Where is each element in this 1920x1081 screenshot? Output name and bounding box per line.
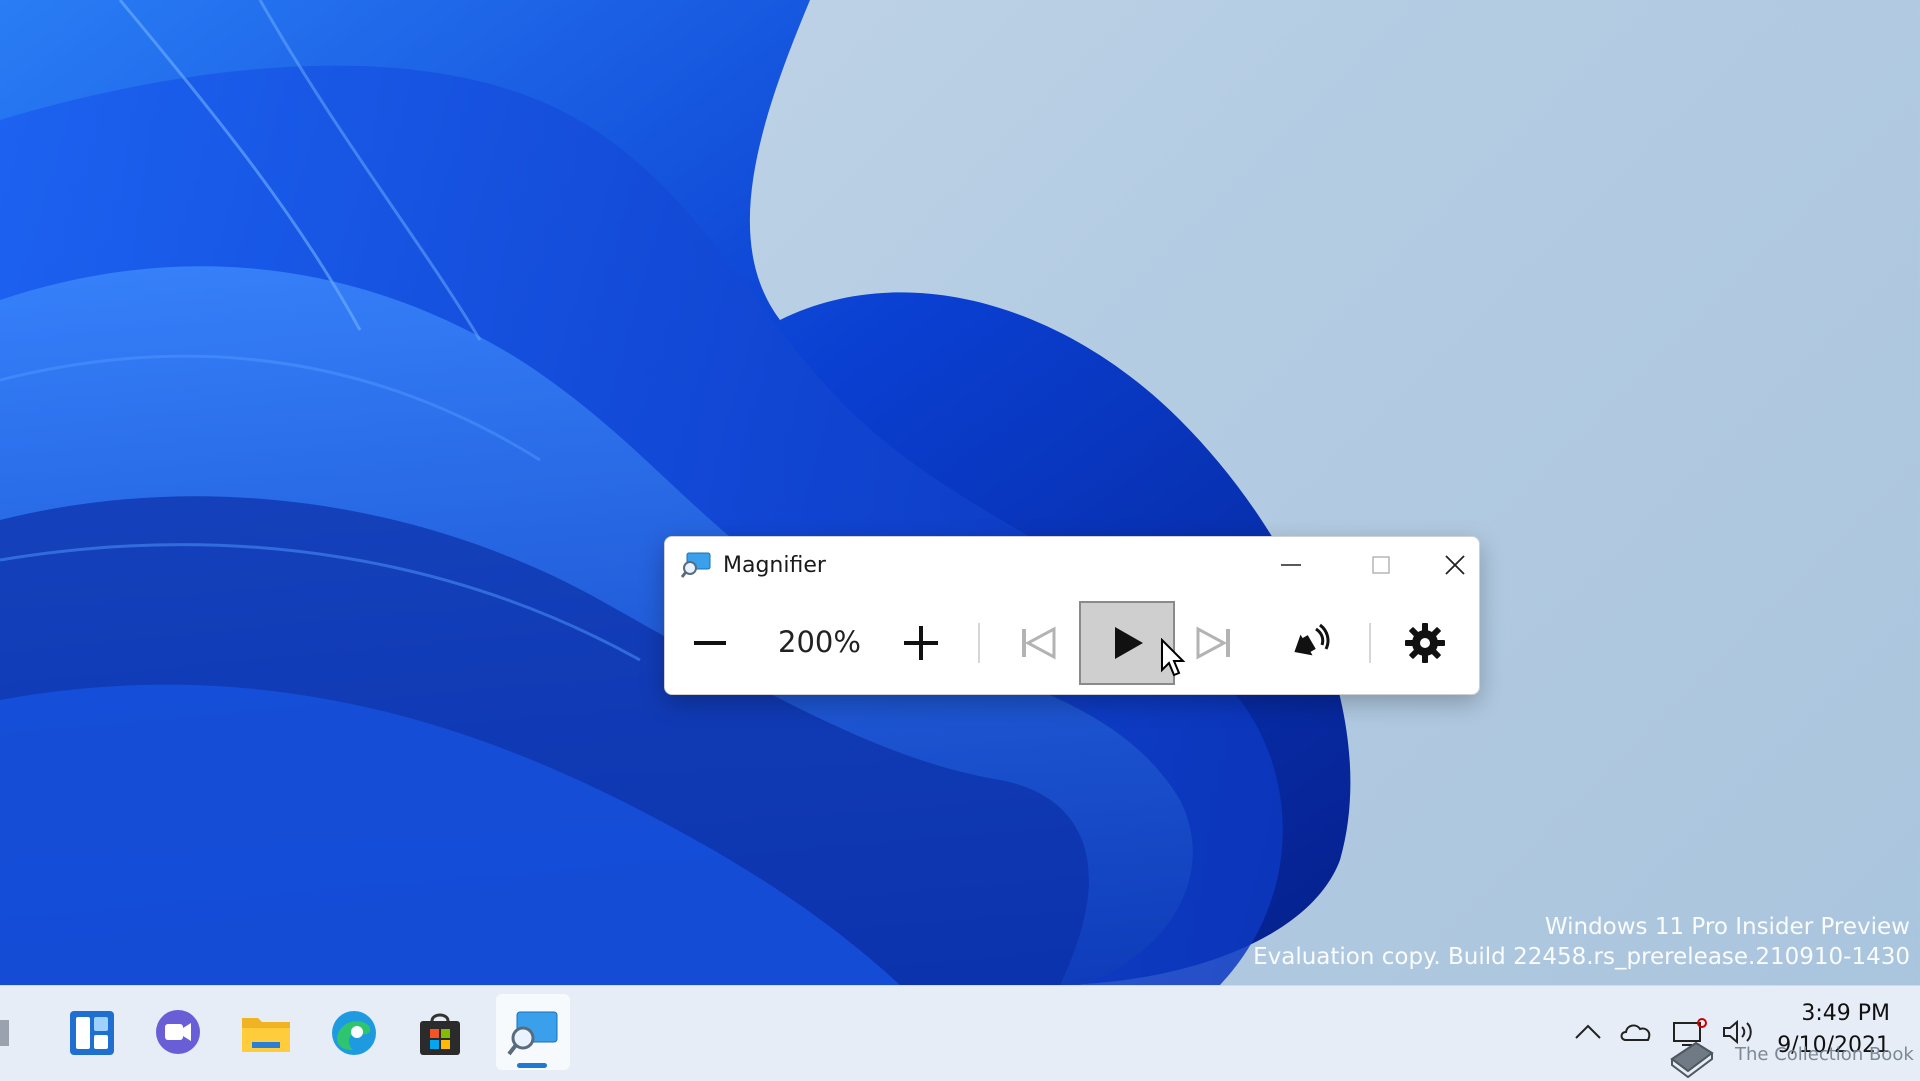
taskbar-widgets[interactable] — [56, 997, 128, 1069]
minimize-icon — [1281, 564, 1301, 566]
play-icon — [1115, 627, 1143, 659]
edge-icon — [332, 1011, 376, 1055]
gear-icon — [1405, 623, 1445, 663]
title-bar[interactable]: Magnifier — [665, 537, 1479, 593]
clock-time: 3:49 PM — [1801, 1001, 1890, 1026]
previous-button[interactable] — [1003, 601, 1073, 685]
folder-icon — [242, 1018, 290, 1052]
store-icon — [420, 1013, 460, 1055]
show-hidden-icons-button[interactable] — [1572, 1016, 1604, 1048]
minimize-button[interactable] — [1251, 537, 1331, 593]
book-icon — [1670, 1041, 1714, 1079]
widgets-icon — [70, 1011, 114, 1055]
minus-icon — [694, 641, 726, 645]
magnifier-icon — [507, 1011, 558, 1056]
teams-chat-icon — [156, 1010, 200, 1054]
close-icon — [1445, 555, 1465, 575]
skip-previous-icon — [1022, 626, 1056, 660]
zoom-out-button[interactable] — [685, 601, 735, 685]
collection-book-overlay-icon — [1666, 1030, 1716, 1080]
plus-icon — [904, 626, 938, 660]
magnifier-window: Magnifier 200% — [664, 536, 1480, 695]
next-button[interactable] — [1179, 601, 1249, 685]
toolbar-separator — [978, 623, 980, 663]
app-icon — [0, 1020, 9, 1046]
watermark-line2: Evaluation copy. Build 22458.rs_prerelea… — [1253, 944, 1910, 970]
taskbar-magnifier[interactable] — [496, 994, 570, 1070]
taskbar-partial-icon[interactable] — [0, 997, 32, 1069]
magnifier-toolbar: 200% — [665, 593, 1479, 693]
taskbar-file-explorer[interactable] — [230, 997, 302, 1069]
mouse-cursor — [1160, 637, 1186, 678]
magnifier-app-icon — [680, 552, 711, 578]
taskbar-store[interactable] — [404, 997, 476, 1069]
zoom-in-button[interactable] — [891, 601, 951, 685]
taskbar-teams-chat[interactable] — [142, 997, 214, 1069]
speaker-icon — [1294, 623, 1330, 656]
zoom-level: 200% — [778, 625, 861, 659]
chevron-up-icon — [1575, 1024, 1601, 1039]
close-button[interactable] — [1431, 537, 1479, 593]
active-app-indicator — [517, 1063, 547, 1068]
desktop-wallpaper — [0, 0, 1920, 985]
skip-next-icon — [1196, 626, 1230, 660]
taskbar-edge[interactable] — [318, 997, 390, 1069]
maximize-button[interactable] — [1341, 537, 1421, 593]
collection-book-overlay-text: The Collection Book — [1735, 1044, 1914, 1065]
read-aloud-button[interactable] — [1275, 601, 1345, 685]
maximize-icon — [1372, 556, 1390, 574]
cloud-icon — [1620, 1024, 1651, 1041]
window-title: Magnifier — [723, 553, 826, 578]
toolbar-separator — [1369, 623, 1371, 663]
onedrive-button[interactable] — [1616, 1016, 1656, 1048]
speaker-icon — [1723, 1019, 1752, 1045]
watermark-line1: Windows 11 Pro Insider Preview — [1544, 914, 1910, 940]
evaluation-watermark: Windows 11 Pro Insider Preview Evaluatio… — [1253, 912, 1910, 972]
settings-button[interactable] — [1385, 601, 1465, 685]
